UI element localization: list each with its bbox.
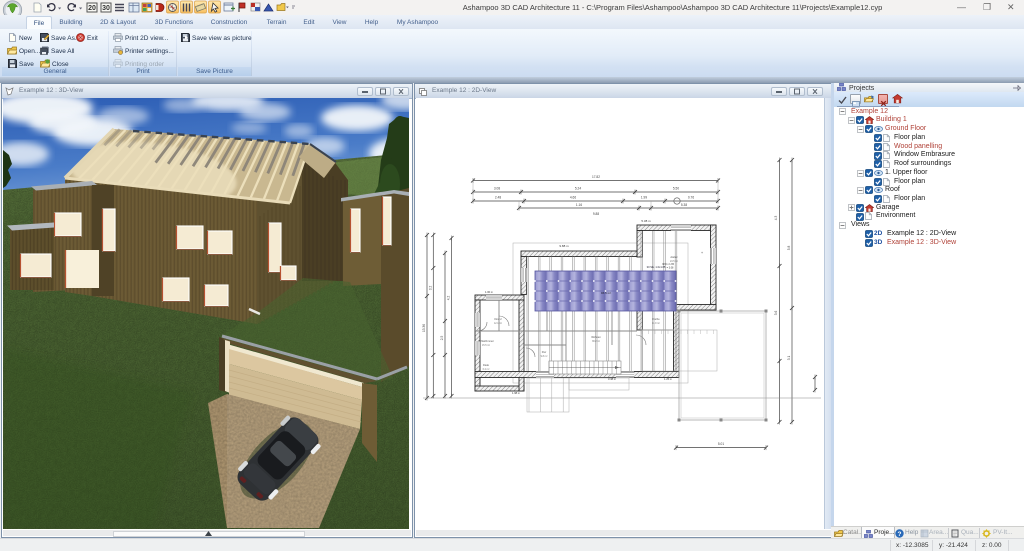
svg-text:96.5 m²: 96.5 m²	[601, 291, 611, 295]
svg-text:5.8: 5.8	[787, 246, 791, 251]
svg-text:3.2: 3.2	[429, 286, 433, 291]
svg-text:Atelier: Atelier	[670, 255, 677, 259]
svg-text:?: ?	[898, 531, 902, 538]
svg-text:6.2 m²: 6.2 m²	[483, 368, 490, 371]
svg-text:2.48: 2.48	[495, 196, 501, 200]
svg-text:1.98 m: 1.98 m	[512, 391, 520, 395]
svg-text:1.99: 1.99	[641, 196, 647, 200]
svg-text:3.1: 3.1	[787, 356, 791, 361]
svg-text:= 3.08: = 3.08	[667, 267, 674, 270]
svg-text:3.38 m: 3.38 m	[608, 377, 616, 381]
svg-text:+: +	[701, 250, 704, 255]
svg-text:1.00 m: 1.00 m	[485, 290, 493, 294]
svg-text:5.38: 5.38	[681, 203, 687, 207]
svg-text:3.08: 3.08	[494, 187, 500, 191]
svg-text:4.66: 4.66	[570, 196, 576, 200]
svg-text:Küche: Küche	[652, 317, 660, 321]
svg-text:24.5 m²: 24.5 m²	[670, 260, 678, 263]
svg-text:30: 30	[102, 5, 110, 12]
svg-text:4.2: 4.2	[447, 296, 451, 301]
svg-text:Flur: Flur	[542, 350, 547, 354]
svg-text:5.24: 5.24	[575, 187, 581, 191]
svg-text:20: 20	[88, 5, 96, 12]
svg-text:9.88: 9.88	[593, 212, 599, 216]
svg-text:Kind 2: Kind 2	[494, 317, 502, 321]
svg-text:13.36: 13.36	[422, 324, 426, 332]
svg-text:Wohnen: Wohnen	[591, 335, 601, 339]
svg-text:5.01: 5.01	[718, 442, 724, 446]
svg-text:2.5: 2.5	[440, 336, 444, 341]
svg-text:11.9 m²: 11.9 m²	[652, 322, 660, 325]
svg-text:3.6: 3.6	[774, 311, 778, 316]
svg-text:1.16: 1.16	[576, 203, 582, 207]
svg-text:1.25 m: 1.25 m	[664, 377, 672, 381]
svg-text:9.8 m²: 9.8 m²	[541, 355, 548, 358]
svg-text:5.38 m: 5.38 m	[641, 219, 651, 223]
svg-text:30 Stk. 1.0x1.65: 30 Stk. 1.0x1.65	[647, 265, 666, 269]
svg-text:15.5 m²: 15.5 m²	[482, 344, 490, 347]
svg-text:17.82: 17.82	[592, 175, 600, 179]
svg-text:9.88 m: 9.88 m	[559, 244, 569, 248]
svg-text:4.3: 4.3	[774, 216, 778, 221]
svg-text:Diele: Diele	[483, 363, 489, 367]
svg-text:12.1 m²: 12.1 m²	[494, 322, 502, 325]
svg-text:38.2 m²: 38.2 m²	[592, 340, 600, 343]
svg-text:5.50: 5.50	[673, 187, 679, 191]
svg-text:0.76: 0.76	[688, 196, 694, 200]
svg-text:Schlafzimmer: Schlafzimmer	[478, 339, 494, 343]
